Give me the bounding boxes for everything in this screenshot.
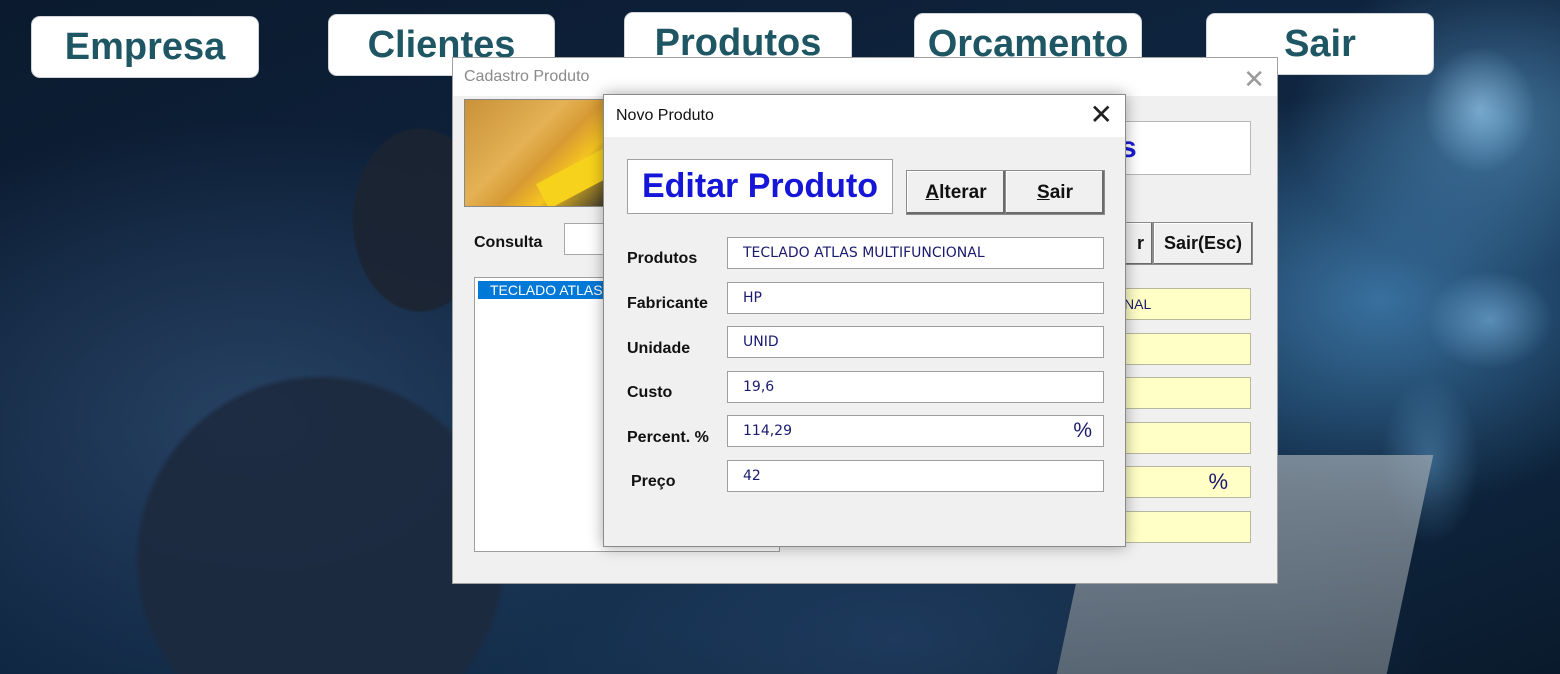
cadastro-title: Cadastro Produto (464, 68, 590, 85)
novo-produto-dialog: Novo Produto ✕ Editar Produto Alterar Sa… (603, 94, 1126, 547)
product-boxes-image (464, 99, 614, 207)
custo-value: 19,6 (743, 379, 775, 395)
cadastro-titlebar: Cadastro Produto (453, 58, 1277, 96)
menu-empresa-button[interactable]: Empresa (31, 16, 259, 78)
preco-label: Preço (631, 473, 676, 490)
sair-esc-button[interactable]: Sair(Esc) (1153, 222, 1253, 265)
percent-input[interactable]: 114,29 % (727, 415, 1104, 447)
produtos-value: TECLADO ATLAS MULTIFUNCIONAL (743, 245, 985, 261)
novo-close-icon[interactable]: ✕ (1090, 101, 1113, 129)
unidade-input[interactable]: UNID (727, 326, 1104, 358)
percent-label: Percent. % (627, 429, 709, 446)
cadastro-close-icon[interactable]: ✕ (1243, 64, 1265, 95)
fabricante-value: HP (743, 290, 762, 306)
preco-input[interactable]: 42 (727, 460, 1104, 492)
alterar-button[interactable]: Alterar (906, 170, 1006, 215)
novo-titlebar: Novo Produto (604, 95, 1125, 137)
preco-value: 42 (743, 468, 761, 484)
novo-title: Novo Produto (616, 107, 714, 124)
custo-label: Custo (627, 384, 673, 401)
percent-symbol: % (1208, 469, 1228, 494)
sair-button[interactable]: Sair (1005, 170, 1105, 215)
custo-input[interactable]: 19,6 (727, 371, 1104, 403)
unidade-label: Unidade (627, 340, 691, 357)
sair-label: air (1049, 181, 1073, 203)
cadastro-field-produtos-value: NAL (1124, 296, 1152, 312)
consulta-label: Consulta (474, 234, 543, 251)
alterar-mnemonic: A (925, 181, 940, 203)
produtos-input[interactable]: TECLADO ATLAS MULTIFUNCIONAL (727, 237, 1104, 269)
percent-suffix: % (1073, 419, 1092, 442)
sair-mnemonic: S (1037, 181, 1050, 203)
unidade-value: UNID (743, 334, 779, 350)
alterar-label: lterar (939, 181, 987, 203)
fabricante-input[interactable]: HP (727, 282, 1104, 314)
editar-produto-heading: Editar Produto (627, 159, 893, 214)
produtos-label: Produtos (627, 250, 698, 267)
fabricante-label: Fabricante (627, 295, 708, 312)
percent-value: 114,29 (743, 423, 792, 439)
